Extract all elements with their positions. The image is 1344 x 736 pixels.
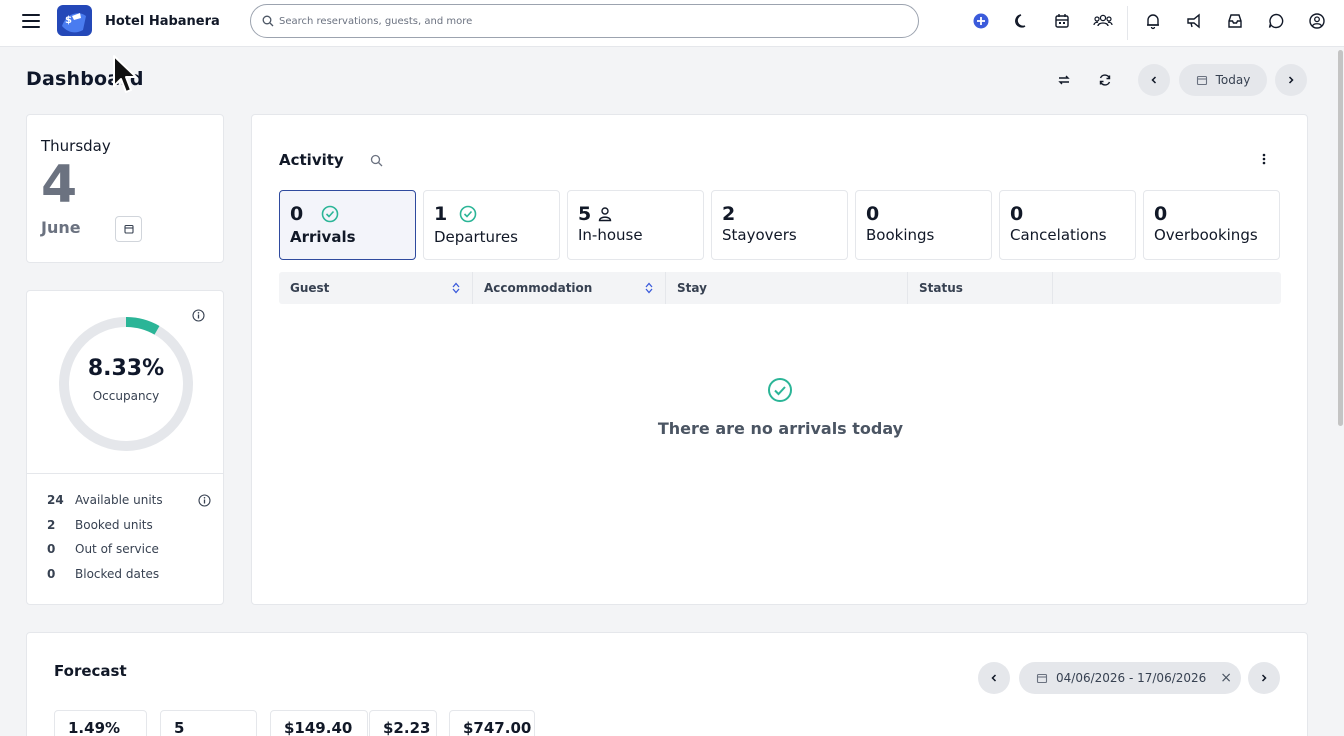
check-circle-icon <box>459 205 477 223</box>
mouse-cursor-icon <box>113 55 137 93</box>
users-icon[interactable] <box>1093 12 1113 30</box>
search-icon <box>262 15 274 27</box>
scrollbar-thumb[interactable] <box>1338 50 1343 426</box>
chat-icon[interactable] <box>1267 12 1285 30</box>
chevron-right-icon <box>1261 674 1267 682</box>
forecast-metric: $149.40 <box>270 710 368 736</box>
tab-cancelations[interactable]: 0 Cancelations <box>999 190 1136 260</box>
stat-out-of-service: 0 Out of service <box>47 542 159 556</box>
hotel-name: Hotel Habanera <box>105 14 220 29</box>
forecast-metric: 1.49% <box>54 710 147 736</box>
occupancy-ring <box>59 317 193 451</box>
bell-icon[interactable] <box>1144 12 1162 30</box>
calendar-icon <box>1196 75 1207 86</box>
column-status[interactable]: Status <box>908 272 1053 304</box>
tab-overbookings[interactable]: 0 Overbookings <box>1143 190 1280 260</box>
stat-blocked-dates: 0 Blocked dates <box>47 567 160 581</box>
day-name: Thursday <box>41 137 111 155</box>
tab-departures[interactable]: 1 Departures <box>423 190 560 260</box>
toolbar-divider <box>1127 6 1128 40</box>
forecast-card: Forecast 04/06/2026 - 17/06/2026 × 1.49%… <box>26 632 1308 736</box>
forecast-metric: $2.23 <box>369 710 437 736</box>
add-icon[interactable] <box>972 12 990 30</box>
account-icon[interactable] <box>1308 12 1326 30</box>
search-bar[interactable] <box>250 4 919 38</box>
stat-booked-units: 2 Booked units <box>47 518 153 532</box>
search-input[interactable] <box>279 12 879 30</box>
chevron-right-icon <box>1288 76 1294 84</box>
inbox-icon[interactable] <box>1226 12 1244 30</box>
refresh-icon <box>1099 74 1111 86</box>
occupancy-card: 8.33% Occupancy 24 Available units 2 Booke… <box>26 290 224 605</box>
more-vertical-icon[interactable] <box>1258 151 1270 167</box>
occupancy-label: Occupancy <box>92 389 160 403</box>
previous-range-button[interactable] <box>978 662 1010 694</box>
calendar-icon <box>123 224 134 234</box>
tab-in-house[interactable]: 5 In-house <box>567 190 704 260</box>
swap-icon <box>1058 75 1070 85</box>
swap-button[interactable] <box>1048 64 1080 96</box>
refresh-button[interactable] <box>1089 64 1121 96</box>
tab-bookings[interactable]: 0 Bookings <box>855 190 992 260</box>
month-name: June <box>41 218 81 237</box>
info-icon[interactable] <box>192 309 205 322</box>
next-range-button[interactable] <box>1248 662 1280 694</box>
hotel-logo[interactable]: $ <box>56 4 93 37</box>
date-range-label: 04/06/2026 - 17/06/2026 <box>1056 671 1207 685</box>
page-scrollbar[interactable] <box>1337 48 1343 736</box>
empty-state-message: There are no arrivals today <box>657 419 904 438</box>
tab-arrivals[interactable]: 0 Arrivals <box>279 190 416 260</box>
clear-icon[interactable]: × <box>1220 670 1232 686</box>
forecast-title: Forecast <box>54 662 127 680</box>
day-number: 4 <box>41 155 78 215</box>
activity-card: Activity 0 Arrivals 1 Departures 5 In-ho… <box>251 114 1308 605</box>
today-label: Today <box>1215 73 1251 87</box>
sort-icon[interactable] <box>645 282 653 294</box>
date-picker-button[interactable] <box>115 216 142 242</box>
info-icon[interactable] <box>198 494 211 507</box>
previous-day-button[interactable] <box>1138 64 1170 96</box>
column-accommodation[interactable]: Accommodation <box>473 272 666 304</box>
table-header: Guest Accommodation Stay Status <box>279 272 1281 304</box>
forecast-metric: $747.00 <box>449 710 535 736</box>
check-circle-icon <box>321 205 339 223</box>
forecast-metric: 5 <box>160 710 257 736</box>
activity-title: Activity <box>279 151 344 169</box>
calendar-icon[interactable] <box>1053 12 1071 30</box>
person-icon <box>598 207 612 222</box>
column-guest[interactable]: Guest <box>279 272 473 304</box>
date-card: Thursday 4 June <box>26 114 224 263</box>
top-bar: $ Hotel Habanera <box>0 0 1344 47</box>
divider <box>27 473 223 474</box>
search-icon[interactable] <box>370 154 383 167</box>
chevron-left-icon <box>1151 76 1157 84</box>
date-range-picker[interactable]: 04/06/2026 - 17/06/2026 × <box>1019 662 1241 694</box>
sort-icon[interactable] <box>452 282 460 294</box>
chevron-left-icon <box>991 674 997 682</box>
check-circle-icon <box>768 378 792 402</box>
column-stay[interactable]: Stay <box>666 272 908 304</box>
stat-available-units: 24 Available units <box>47 493 163 507</box>
next-day-button[interactable] <box>1275 64 1307 96</box>
today-button[interactable]: Today <box>1179 64 1267 96</box>
megaphone-icon[interactable] <box>1185 12 1203 30</box>
svg-text:$: $ <box>65 15 72 26</box>
occupancy-value: 8.33% <box>87 356 165 381</box>
tab-stayovers[interactable]: 2 Stayovers <box>711 190 848 260</box>
menu-icon[interactable] <box>22 14 40 30</box>
moon-icon[interactable] <box>1013 12 1031 30</box>
calendar-icon <box>1036 673 1048 684</box>
